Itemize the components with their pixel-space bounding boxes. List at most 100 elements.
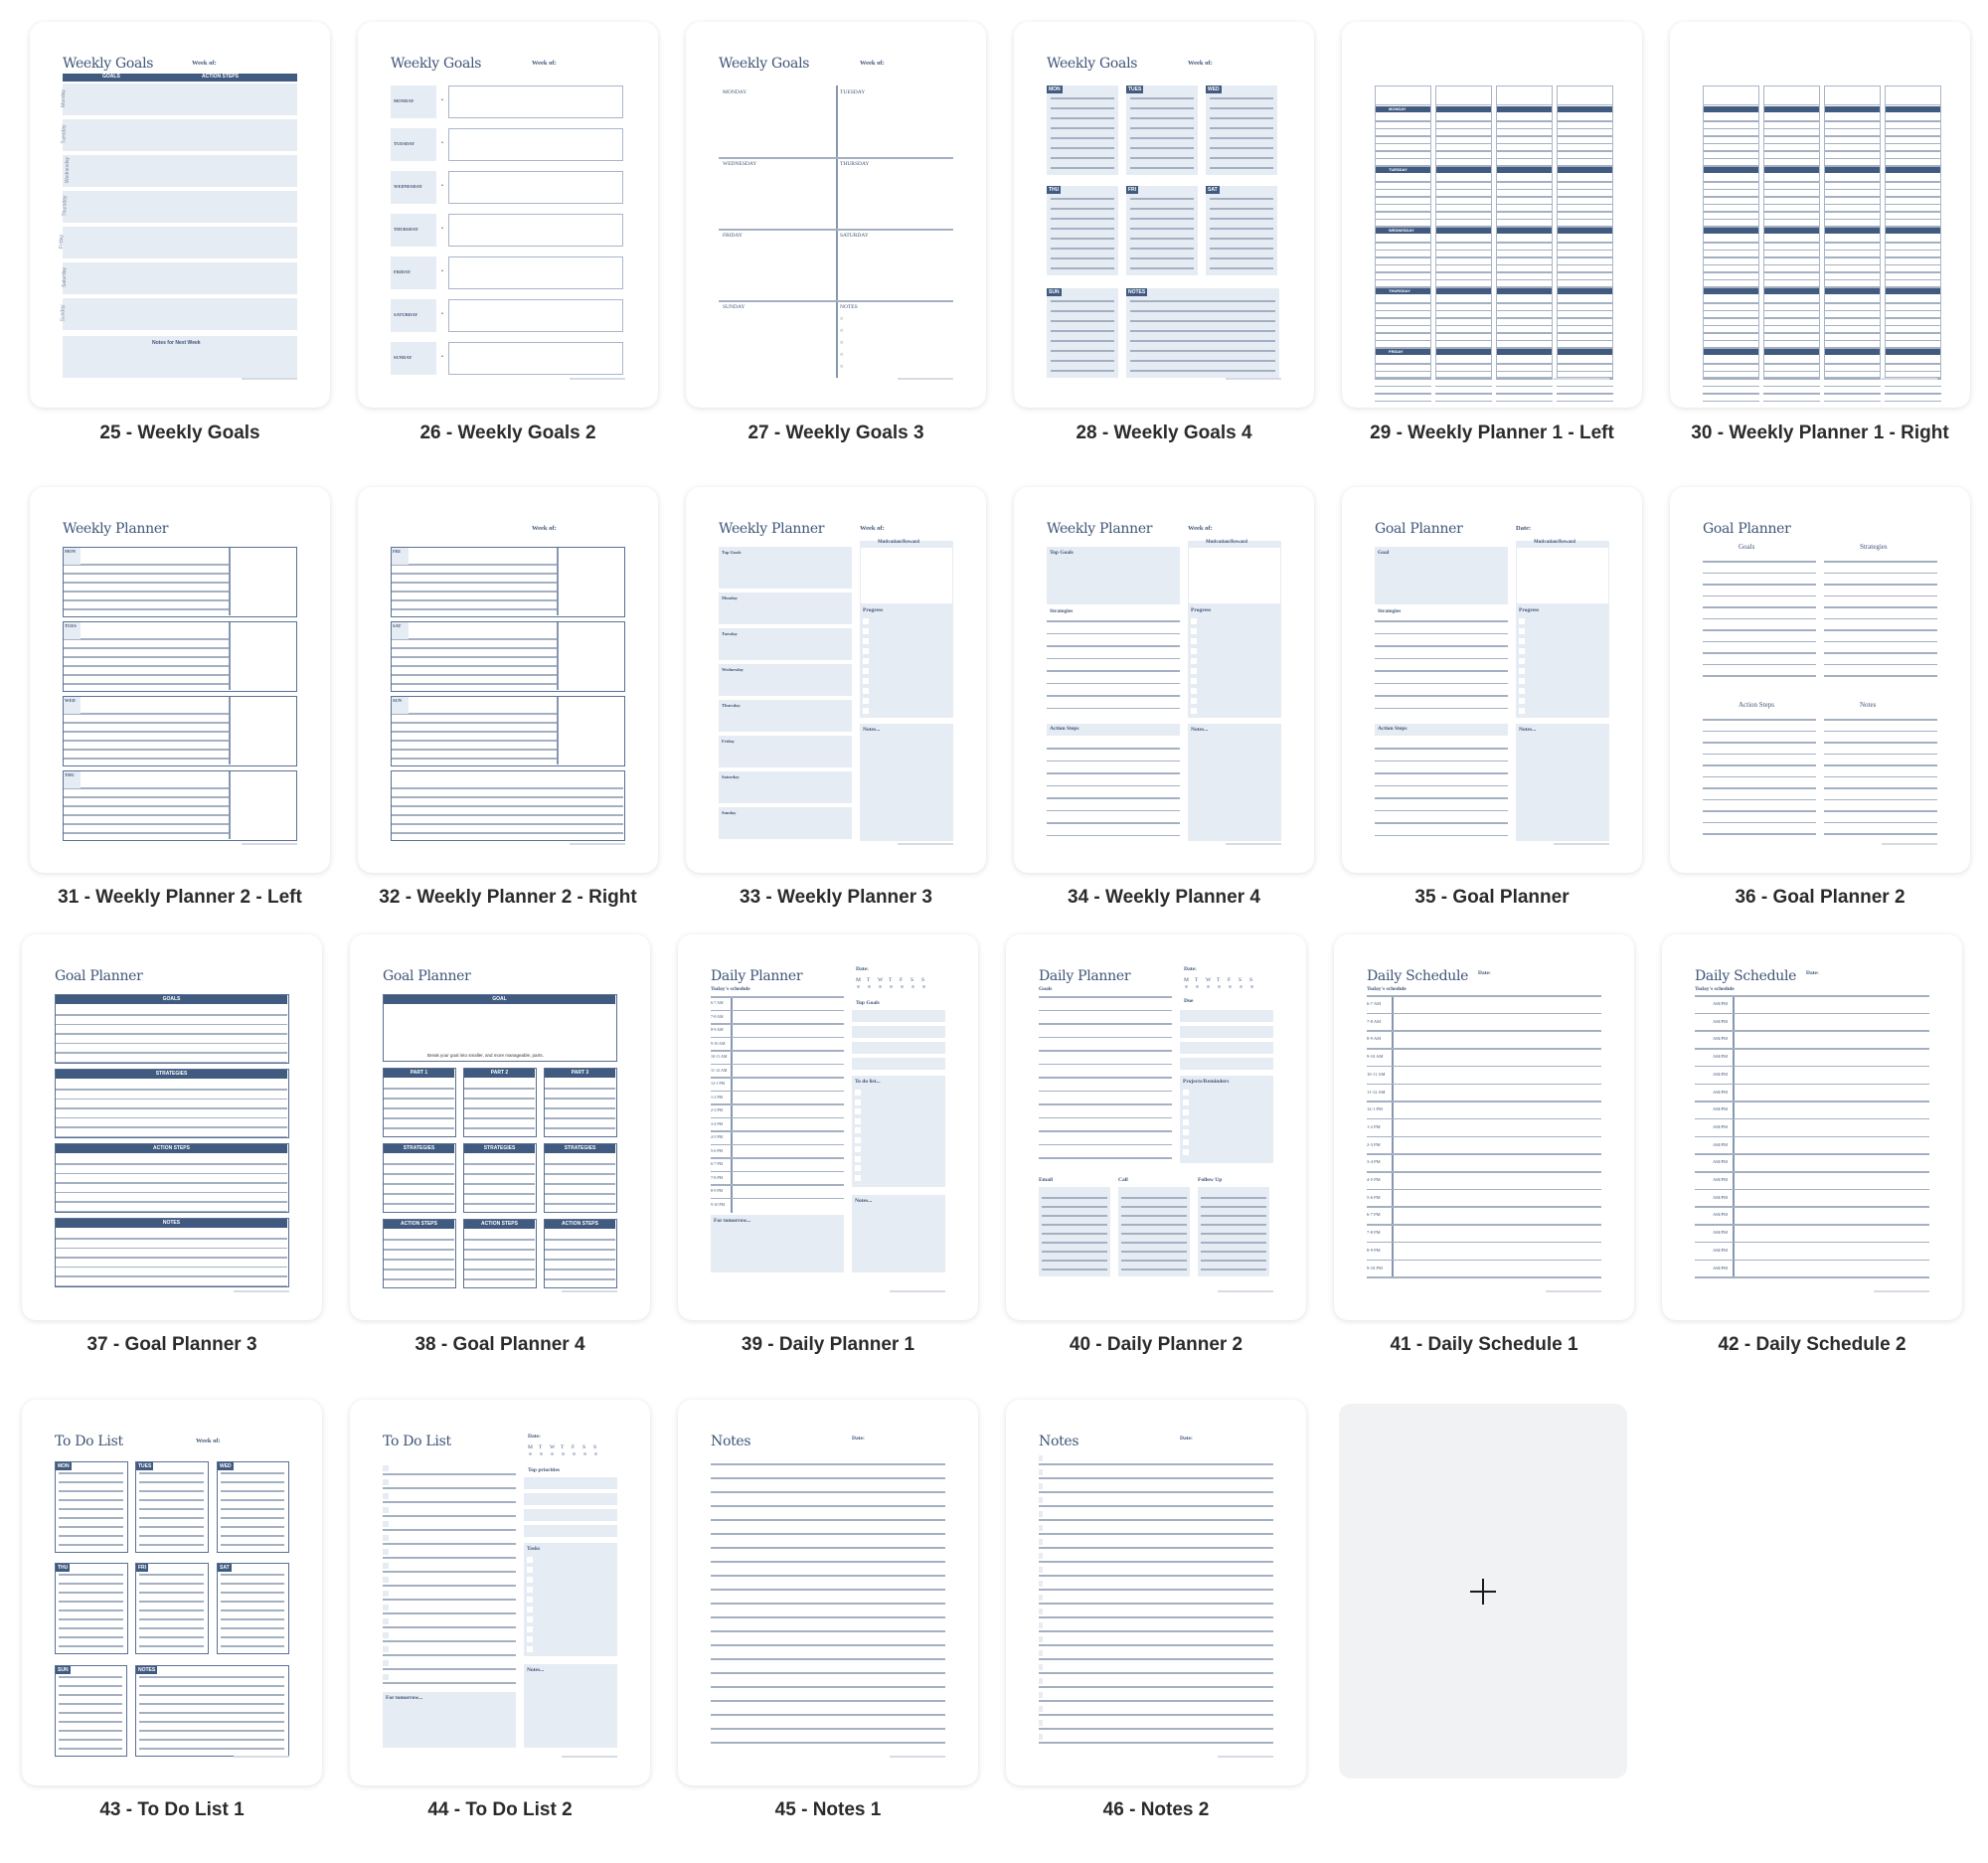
goal-field[interactable] [852, 1026, 945, 1038]
page-label-44[interactable]: 44 - To Do List 2 [336, 1799, 664, 1821]
checkbox[interactable] [383, 1591, 389, 1597]
checkbox[interactable] [383, 1563, 389, 1569]
checkbox[interactable] [1183, 1139, 1189, 1145]
page-thumbnail-27[interactable]: Weekly Goals Week of: MONDAY TUESDAY WEDNESD… [686, 22, 986, 408]
checkbox[interactable] [1519, 708, 1525, 714]
checkbox[interactable] [383, 1646, 389, 1652]
due-field[interactable] [1180, 1026, 1273, 1038]
weekday-dot[interactable] [583, 1452, 586, 1455]
checkbox[interactable] [527, 1607, 533, 1612]
page-thumbnail-41[interactable]: Daily Schedule Date: Today's schedule 6-7 A… [1334, 934, 1634, 1320]
checkbox[interactable] [1191, 648, 1197, 654]
checkbox[interactable] [1039, 1706, 1043, 1712]
checkbox[interactable] [1039, 1636, 1043, 1642]
checkbox[interactable] [527, 1567, 533, 1573]
checkbox[interactable] [1519, 638, 1525, 644]
page-thumbnail-33[interactable]: Weekly Planner Week of: Motivation/Reward P… [686, 487, 986, 873]
checkbox[interactable] [855, 1099, 861, 1105]
checkbox[interactable] [383, 1660, 389, 1666]
checkbox[interactable] [855, 1127, 861, 1133]
checkbox[interactable] [1519, 618, 1525, 624]
checkbox[interactable] [1519, 648, 1525, 654]
weekday-dot[interactable] [857, 985, 860, 988]
weekday-dot[interactable] [551, 1452, 554, 1455]
weekday-dot[interactable] [1207, 985, 1210, 988]
page-label-36[interactable]: 36 - Goal Planner 2 [1656, 887, 1984, 909]
weekday-dot[interactable] [529, 1452, 532, 1455]
page-label-45[interactable]: 45 - Notes 1 [664, 1799, 992, 1821]
checkbox[interactable] [1183, 1119, 1189, 1125]
checkbox[interactable] [863, 618, 869, 624]
checkbox[interactable] [1039, 1455, 1043, 1461]
checkbox[interactable] [383, 1507, 389, 1513]
checkbox[interactable] [863, 708, 869, 714]
page-label-25[interactable]: 25 - Weekly Goals [16, 423, 344, 444]
page-thumbnail-42[interactable]: Daily Schedule Date: Today's schedule AM/PM… [1662, 934, 1962, 1320]
page-label-31[interactable]: 31 - Weekly Planner 2 - Left [16, 887, 344, 909]
checkbox[interactable] [1191, 678, 1197, 684]
page-label-29[interactable]: 29 - Weekly Planner 1 - Left [1328, 423, 1656, 444]
weekday-dot[interactable] [1250, 985, 1253, 988]
checkbox[interactable] [383, 1479, 389, 1485]
checkbox[interactable] [855, 1146, 861, 1152]
page-thumbnail-32[interactable]: Week of: FRI SAT SUN [358, 487, 658, 873]
checkbox[interactable] [383, 1465, 389, 1471]
checkbox[interactable] [1039, 1595, 1043, 1601]
page-label-32[interactable]: 32 - Weekly Planner 2 - Right [344, 887, 672, 909]
checkbox[interactable] [1039, 1664, 1043, 1670]
checkbox[interactable] [1191, 668, 1197, 674]
weekday-dot[interactable] [911, 985, 914, 988]
checkbox[interactable] [863, 668, 869, 674]
checkbox[interactable] [855, 1155, 861, 1162]
checkbox[interactable] [383, 1521, 389, 1527]
checkbox[interactable] [383, 1493, 389, 1499]
page-thumbnail-43[interactable]: To Do List Week of: MON TUES WED THU FRI SAT SUN… [22, 1400, 322, 1785]
checkbox[interactable] [1039, 1609, 1043, 1614]
page-label-35[interactable]: 35 - Goal Planner [1328, 887, 1656, 909]
checkbox[interactable] [1039, 1553, 1043, 1559]
page-label-39[interactable]: 39 - Daily Planner 1 [664, 1334, 992, 1356]
due-field[interactable] [1180, 1042, 1273, 1054]
checkbox[interactable] [1183, 1109, 1189, 1115]
checkbox[interactable] [1039, 1497, 1043, 1503]
checkbox[interactable] [855, 1165, 861, 1171]
weekday-dot[interactable] [879, 985, 882, 988]
checkbox[interactable] [383, 1632, 389, 1638]
page-thumbnail-44[interactable]: To Do List Date: M T W T F S S For tomorrow... Top… [350, 1400, 650, 1785]
weekday-dot[interactable] [562, 1452, 565, 1455]
checkbox[interactable] [383, 1618, 389, 1624]
checkbox[interactable] [1191, 638, 1197, 644]
page-thumbnail-38[interactable]: Goal Planner GOAL Break your goal into sma… [350, 934, 650, 1320]
page-thumbnail-31[interactable]: Weekly Planner MON TUES WED THU [30, 487, 330, 873]
checkbox[interactable] [1039, 1483, 1043, 1489]
due-field[interactable] [1180, 1058, 1273, 1070]
page-label-27[interactable]: 27 - Weekly Goals 3 [672, 423, 1000, 444]
checkbox[interactable] [1039, 1720, 1043, 1726]
page-label-33[interactable]: 33 - Weekly Planner 3 [672, 887, 1000, 909]
checkbox[interactable] [863, 678, 869, 684]
checkbox[interactable] [1039, 1525, 1043, 1531]
checkbox[interactable] [1519, 678, 1525, 684]
page-thumbnail-28[interactable]: Weekly Goals Week of: MON TUES WED THU FRI SAT S… [1014, 22, 1314, 408]
checkbox[interactable] [1519, 698, 1525, 704]
checkbox[interactable] [383, 1549, 389, 1555]
checkbox[interactable] [855, 1108, 861, 1114]
priority-field[interactable] [524, 1509, 617, 1521]
checkbox[interactable] [527, 1597, 533, 1603]
checkbox[interactable] [855, 1090, 861, 1096]
checkbox[interactable] [1519, 628, 1525, 634]
checkbox[interactable] [863, 638, 869, 644]
checkbox[interactable] [1039, 1650, 1043, 1656]
weekday-dot[interactable] [594, 1452, 597, 1455]
priority-field[interactable] [524, 1477, 617, 1489]
checkbox[interactable] [855, 1136, 861, 1143]
checkbox[interactable] [1183, 1090, 1189, 1096]
page-label-43[interactable]: 43 - To Do List 1 [8, 1799, 336, 1821]
page-label-28[interactable]: 28 - Weekly Goals 4 [1000, 423, 1328, 444]
weekday-dot[interactable] [890, 985, 893, 988]
checkbox[interactable] [1191, 698, 1197, 704]
page-thumbnail-34[interactable]: Weekly Planner Week of: Motivation/Reward P… [1014, 487, 1314, 873]
checkbox[interactable] [527, 1646, 533, 1652]
checkbox[interactable] [383, 1605, 389, 1610]
due-field[interactable] [1180, 1010, 1273, 1022]
